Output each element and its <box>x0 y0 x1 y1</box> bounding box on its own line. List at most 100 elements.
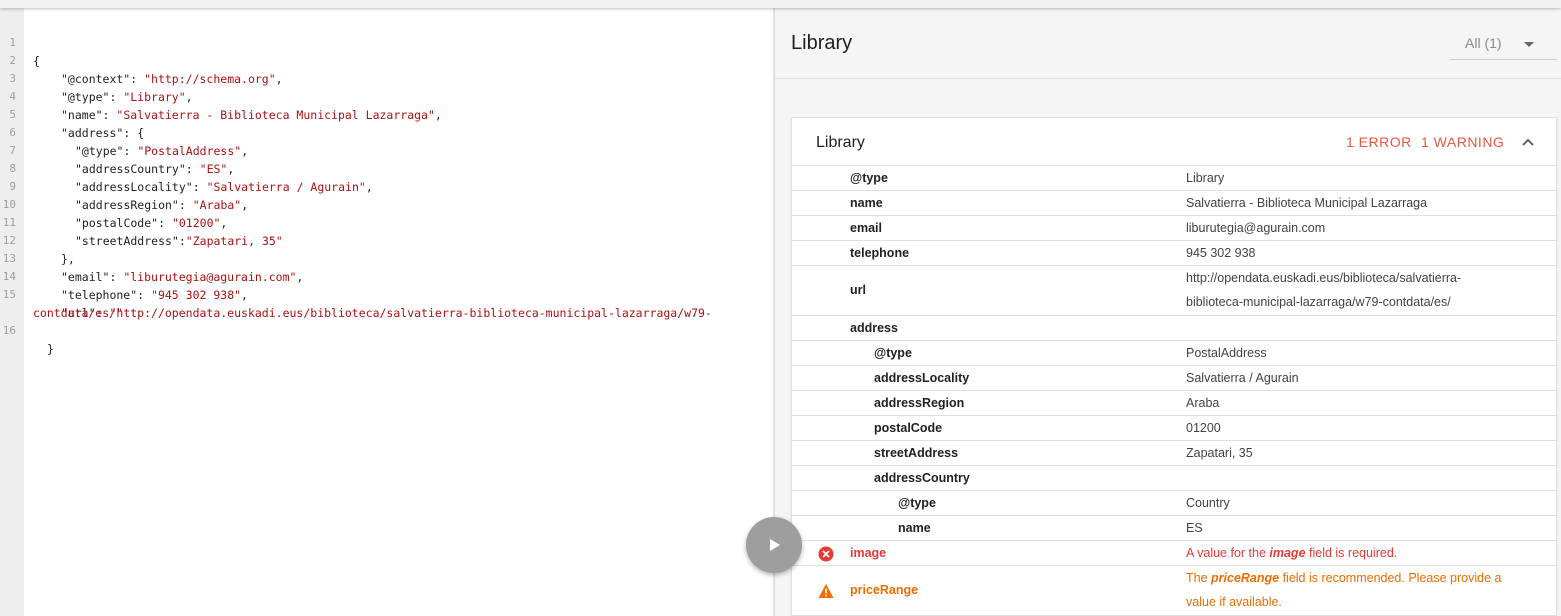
json-sep: : <box>123 144 138 158</box>
json-string: "Araba" <box>192 198 242 212</box>
warning-row[interactable]: priceRange The priceRange field is recom… <box>792 566 1558 616</box>
json-string: "Salvatierra / Agurain" <box>206 180 366 194</box>
code-line[interactable]: 15 "url": "http://opendata.euskadi.eus/b… <box>0 268 712 320</box>
property-row[interactable]: streetAddress Zapatari, 35 <box>792 441 1558 466</box>
property-value: Araba <box>1186 396 1220 410</box>
card-title: Library <box>816 134 865 151</box>
code-text: "@context": "http://schema.org", <box>61 70 283 88</box>
json-punct: , <box>185 90 193 104</box>
code-text: "addressRegion": "Araba", <box>75 196 248 214</box>
json-string: "01200" <box>171 216 221 230</box>
json-punct: { <box>137 126 145 140</box>
property-row[interactable]: url http://opendata.euskadi.eus/bibliote… <box>792 266 1558 316</box>
property-value: Country <box>1186 496 1230 510</box>
json-key: "addressLocality" <box>75 180 193 194</box>
property-value: Salvatierra / Agurain <box>1186 371 1299 385</box>
chevron-up-icon[interactable] <box>1520 134 1536 150</box>
code-line[interactable]: 11 "streetAddress":"Zapatari, 35" <box>0 196 283 248</box>
error-row[interactable]: image A value for the image field is req… <box>792 541 1558 566</box>
json-string: "PostalAddress" <box>137 144 242 158</box>
warning-message-continued: value if available. <box>1186 595 1282 609</box>
json-string: "Salvatierra - Biblioteca Municipal Laza… <box>116 108 435 122</box>
play-icon <box>770 539 780 551</box>
json-string: "liburutegia@agurain.com" <box>123 270 297 284</box>
property-row[interactable]: @type PostalAddress <box>792 341 1558 366</box>
json-punct: , <box>220 216 228 230</box>
code-text: { <box>33 54 40 68</box>
code-line[interactable]: 14 "telephone": "945 302 938", <box>0 250 248 302</box>
warning-triangle-icon <box>818 584 834 598</box>
line-number: 16 <box>2 324 16 337</box>
json-string: "ES" <box>199 162 228 176</box>
code-line[interactable]: 6 "@type": "PostalAddress", <box>0 106 248 158</box>
results-filter-dropdown[interactable]: All (1) <box>1450 30 1557 60</box>
property-name: priceRange <box>850 583 919 597</box>
error-count[interactable]: 1 ERROR <box>1346 134 1412 150</box>
property-row[interactable]: @type Country <box>792 491 1558 516</box>
code-line[interactable]: 7 "addressCountry": "ES", <box>0 124 234 176</box>
property-row[interactable]: addressCountry <box>792 466 1558 491</box>
json-key: "email" <box>61 270 110 284</box>
warning-message: The priceRange field is recommended. Ple… <box>1186 571 1502 585</box>
property-row[interactable]: name Salvatierra - Biblioteca Municipal … <box>792 191 1558 216</box>
code-text: "email": "liburutegia@agurain.com", <box>61 268 303 286</box>
code-line[interactable]: 10 "postalCode": "01200", <box>0 178 228 230</box>
property-row[interactable]: @type Library <box>792 166 1558 191</box>
code-line[interactable]: 1 { <box>0 16 40 68</box>
property-row[interactable]: name ES <box>792 516 1558 541</box>
property-row[interactable]: addressLocality Salvatierra / Agurain <box>792 366 1558 391</box>
property-row[interactable]: address <box>792 316 1558 341</box>
json-sep: : <box>178 198 193 212</box>
property-value: ES <box>1186 521 1203 535</box>
card-header[interactable]: Library 1 ERROR 1 WARNING <box>792 118 1558 166</box>
json-string: "http://schema.org" <box>144 72 276 86</box>
code-line[interactable]: 4 "name": "Salvatierra - Biblioteca Muni… <box>0 70 441 122</box>
code-text: "streetAddress":"Zapatari, 35" <box>75 232 283 250</box>
code-line[interactable]: 2 "@context": "http://schema.org", <box>0 34 282 86</box>
property-row[interactable]: telephone 945 302 938 <box>792 241 1558 266</box>
json-key: "addressRegion" <box>75 198 179 212</box>
error-circle-icon <box>818 546 834 562</box>
warning-count[interactable]: 1 WARNING <box>1421 134 1504 150</box>
json-key: "address" <box>61 126 124 140</box>
code-line-wrapped[interactable]: contdata/es/" <box>0 286 123 320</box>
code-line[interactable]: 13 "email": "liburutegia@agurain.com", <box>0 232 304 284</box>
code-line[interactable]: 3 "@type": "Library", <box>0 52 192 104</box>
property-name: name <box>850 196 883 210</box>
json-punct: , <box>434 108 442 122</box>
code-line[interactable]: 8 "addressLocality": "Salvatierra / Agur… <box>0 142 372 194</box>
json-string: "Zapatari, 35" <box>185 234 283 248</box>
json-punct: , <box>365 180 373 194</box>
property-value: PostalAddress <box>1186 346 1267 360</box>
property-name: postalCode <box>874 421 943 435</box>
code-line[interactable]: 16 } <box>0 304 54 356</box>
property-value: liburutegia@agurain.com <box>1186 221 1326 235</box>
results-title: Library <box>791 32 853 54</box>
code-line[interactable]: 12 }, <box>0 214 75 266</box>
json-string: "Library" <box>123 90 186 104</box>
property-row[interactable]: addressRegion Araba <box>792 391 1558 416</box>
json-key: "@type" <box>75 144 124 158</box>
property-name: image <box>850 546 887 560</box>
property-name: email <box>850 221 882 235</box>
code-text: }, <box>61 252 75 266</box>
json-key: "name" <box>61 108 103 122</box>
json-key: "addressCountry" <box>75 162 186 176</box>
json-key: "@context" <box>61 72 131 86</box>
property-row[interactable]: email liburutegia@agurain.com <box>792 216 1558 241</box>
code-line[interactable]: 5 "address": { <box>0 88 144 140</box>
property-row[interactable]: postalCode 01200 <box>792 416 1558 441</box>
json-sep: : <box>192 180 207 194</box>
json-punct: , <box>241 288 248 302</box>
json-sep: : <box>185 162 200 176</box>
run-test-button[interactable] <box>746 517 802 573</box>
property-name: name <box>898 521 931 535</box>
code-line[interactable]: 9 "addressRegion": "Araba", <box>0 160 248 212</box>
code-editor[interactable]: 1 { 2 "@context": "http://schema.org", 3… <box>0 8 773 616</box>
property-name: url <box>850 283 866 297</box>
json-punct: , <box>227 162 235 176</box>
json-string: "http://opendata.euskadi.eus/biblioteca/… <box>109 306 712 320</box>
property-name: addressRegion <box>874 396 965 410</box>
code-text: "addressCountry": "ES", <box>75 160 234 178</box>
json-string: contdata/es/" <box>33 306 124 320</box>
